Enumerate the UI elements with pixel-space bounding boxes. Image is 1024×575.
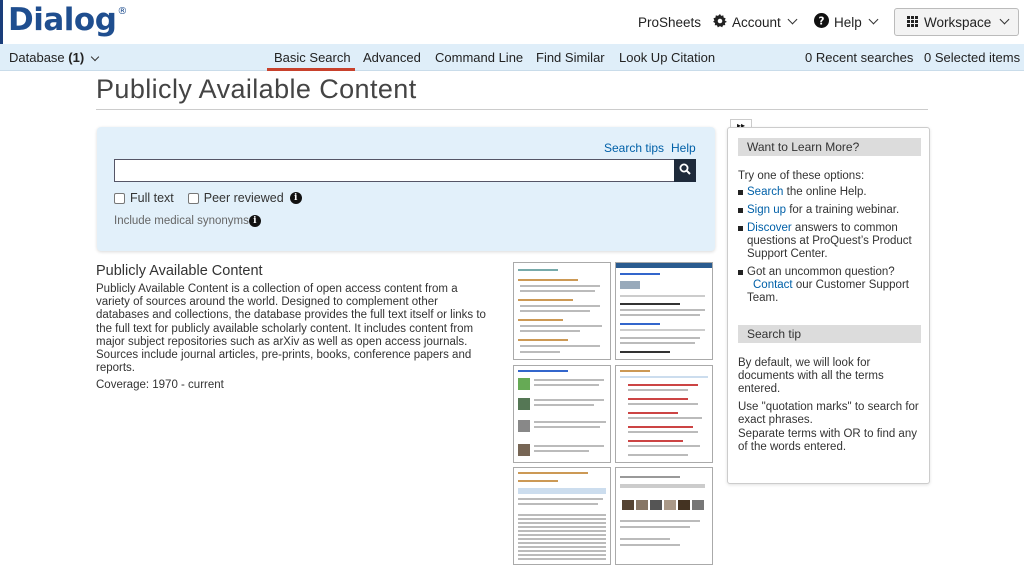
screenshot-thumbnail[interactable] [513, 365, 611, 463]
peer-reviewed-checkbox[interactable] [187, 192, 199, 204]
search-tips-link[interactable]: Search tips [604, 141, 664, 155]
search-panel: Search tips Help Full text Peer reviewed… [97, 127, 715, 251]
contact-option: Got an uncommon question? Contact our Cu… [738, 266, 923, 306]
search-icon [679, 162, 691, 180]
search-tip-header: Search tip [738, 325, 921, 343]
top-bar: Dialog® ProSheets Account ? Help Workspa… [0, 0, 1024, 44]
tab-basic-search[interactable]: Basic Search [274, 44, 351, 71]
info-icon[interactable]: i [289, 192, 302, 204]
divider [96, 109, 928, 110]
screenshot-thumbnail[interactable] [615, 262, 713, 360]
chevron-down-icon [868, 14, 879, 24]
svg-text:?: ? [819, 15, 825, 27]
search-tip-text: Separate terms with OR to find any of th… [738, 428, 917, 454]
screenshot-thumbnail[interactable] [615, 365, 713, 463]
coverage-text: Coverage: 1970 - current [96, 379, 224, 391]
recent-searches-link[interactable]: 0 Recent searches [805, 44, 913, 71]
options-intro: Try one of these options: [738, 170, 865, 182]
screenshot-thumbnail[interactable] [513, 262, 611, 360]
help-option: Search the online Help. [738, 186, 923, 199]
content-description: Publicly Available Content is a collecti… [96, 283, 486, 375]
gear-icon [713, 13, 727, 31]
tab-look-up-citation[interactable]: Look Up Citation [619, 44, 715, 71]
search-tip-text: Use "quotation marks" to search for exac… [738, 401, 919, 427]
medical-synonyms-option: Include medical synonyms i [114, 215, 261, 227]
discover-link[interactable]: Discover [747, 222, 792, 234]
question-icon: ? [814, 13, 829, 31]
page-title: Publicly Available Content [96, 74, 417, 104]
search-tip-text: By default, we will look for documents w… [738, 357, 884, 396]
prosheets-link[interactable]: ProSheets [638, 0, 701, 44]
screenshot-thumbnail[interactable] [513, 467, 611, 565]
learn-more-panel: Want to Learn More? Try one of these opt… [727, 127, 930, 484]
full-text-label: Full text [130, 191, 174, 205]
search-help-link[interactable]: Search [747, 186, 783, 198]
dialog-logo[interactable]: Dialog® [8, 2, 127, 38]
search-button[interactable] [674, 159, 696, 182]
support-center-option: Discover answers to common questions at … [738, 222, 923, 262]
logo-accent-bar [0, 0, 3, 44]
active-tab-indicator [267, 68, 355, 71]
search-nav-bar: Database (1) Basic Search Advanced Comma… [0, 44, 1024, 71]
webinar-option: Sign up for a training webinar. [738, 204, 923, 217]
search-input[interactable] [114, 159, 675, 182]
peer-reviewed-label: Peer reviewed [203, 191, 284, 205]
selected-items-link[interactable]: 0 Selected items [924, 44, 1020, 71]
sign-up-link[interactable]: Sign up [747, 204, 786, 216]
chevron-down-icon [787, 14, 798, 24]
contact-link[interactable]: Contact [747, 279, 793, 291]
help-menu[interactable]: ? Help [814, 0, 879, 44]
workspace-button[interactable]: Workspace [894, 8, 1019, 36]
full-text-checkbox[interactable] [114, 192, 125, 204]
chevron-down-icon [999, 14, 1010, 24]
account-menu[interactable]: Account [713, 0, 798, 44]
database-selector[interactable]: Database (1) [9, 44, 100, 71]
search-options: Full text Peer reviewed i [114, 191, 302, 205]
tab-advanced[interactable]: Advanced [363, 44, 421, 71]
tab-find-similar[interactable]: Find Similar [536, 44, 605, 71]
learn-more-header: Want to Learn More? [738, 138, 921, 156]
content-title: Publicly Available Content [96, 263, 263, 279]
screenshot-thumbnail[interactable] [615, 467, 713, 565]
help-link[interactable]: Help [671, 141, 696, 155]
info-icon[interactable]: i [248, 215, 261, 227]
chevron-down-icon [90, 52, 100, 62]
grid-icon [907, 15, 918, 30]
tab-command-line[interactable]: Command Line [435, 44, 523, 71]
